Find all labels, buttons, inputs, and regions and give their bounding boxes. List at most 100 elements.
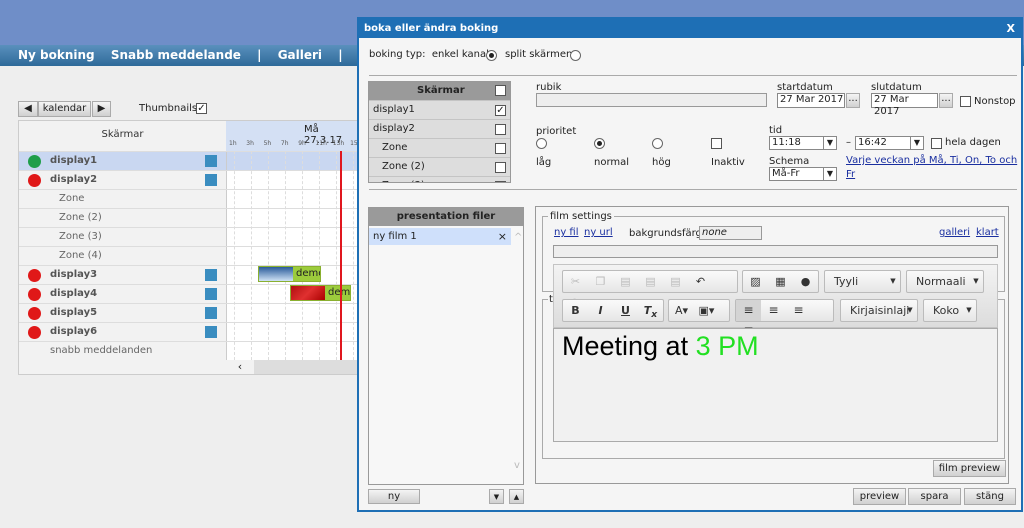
single-channel-radio[interactable] — [486, 50, 497, 61]
new-url-link[interactable]: ny url — [584, 227, 613, 238]
booking-block[interactable]: demo — [258, 266, 321, 282]
priority-normal-radio[interactable] — [594, 138, 605, 149]
align-right-icon[interactable]: ≡ — [786, 300, 811, 321]
end-time-select[interactable]: 16:42 ▼ — [855, 136, 924, 150]
close-button[interactable]: stäng — [964, 488, 1016, 505]
italic-icon[interactable]: I — [588, 300, 613, 321]
background-color-icon[interactable]: ▣▾ — [694, 300, 719, 321]
grid-row[interactable]: snabb meddelanden — [19, 341, 358, 360]
copy-icon[interactable]: ❐ — [588, 271, 613, 292]
underline-icon[interactable]: U — [613, 300, 638, 321]
grid-row[interactable]: display6 — [19, 322, 358, 341]
grid-row[interactable]: Zone (4) — [19, 246, 358, 265]
rubik-input[interactable] — [536, 93, 767, 107]
priority-high-radio[interactable] — [652, 138, 663, 149]
calendar-button[interactable]: kalendar — [38, 101, 91, 117]
start-date-picker-button[interactable]: ... — [846, 93, 860, 108]
nav-ny-bokning[interactable]: Ny bokning — [18, 48, 95, 62]
new-file-button[interactable]: ny — [368, 489, 420, 504]
undo-icon[interactable]: ↶ — [688, 271, 713, 292]
inactive-checkbox[interactable] — [711, 138, 722, 149]
move-down-button[interactable]: ▼ — [489, 489, 504, 504]
grid-row[interactable]: display2 — [19, 170, 358, 189]
prev-day-button[interactable]: ◀ — [18, 101, 38, 117]
thumbnail-icon[interactable] — [205, 269, 217, 281]
next-day-button[interactable]: ▶ — [92, 101, 111, 117]
chevron-left-icon[interactable]: ‹ — [226, 360, 254, 374]
timeline-cell[interactable] — [226, 247, 358, 265]
font-dropdown[interactable]: Kirjaisinlaji ▼ — [840, 299, 918, 322]
align-center-icon[interactable]: ≡ — [761, 300, 786, 321]
cut-icon[interactable]: ✂ — [563, 271, 588, 292]
screen-checkbox[interactable]: ✓ — [495, 105, 506, 116]
new-file-link[interactable]: ny fil — [554, 227, 579, 238]
timeline-cell[interactable] — [226, 228, 358, 246]
screen-item[interactable]: display1 ✓ — [369, 100, 510, 119]
remove-icon[interactable]: × — [498, 228, 507, 245]
paste-icon[interactable]: ▤ — [613, 271, 638, 292]
grid-row[interactable]: display5 — [19, 303, 358, 322]
flash-icon[interactable]: ● — [793, 271, 818, 292]
screen-checkbox[interactable] — [495, 143, 506, 154]
thumbnails-checkbox[interactable]: ✓ — [196, 103, 207, 114]
select-all-checkbox[interactable] — [495, 85, 506, 96]
gallery-link[interactable]: galleri — [939, 227, 970, 238]
screen-item[interactable]: Zone (2) — [369, 157, 510, 176]
start-time-select[interactable]: 11:18 ▼ — [769, 136, 837, 150]
split-screen-radio[interactable] — [570, 50, 581, 61]
start-date-input[interactable]: 27 Mar 2017 — [777, 93, 845, 108]
timeline-cell[interactable] — [226, 171, 358, 189]
thumbnail-icon[interactable] — [205, 307, 217, 319]
timeline-cell[interactable] — [226, 209, 358, 227]
image-icon[interactable]: ▨ — [743, 271, 768, 292]
remove-format-icon[interactable]: Tx — [638, 300, 663, 325]
schema-link[interactable]: Varje veckan på Må, Ti, On, To och Fr — [846, 154, 1021, 182]
align-left-icon[interactable]: ≡ — [736, 300, 761, 321]
timeline-cell[interactable] — [226, 342, 358, 360]
priority-low-radio[interactable] — [536, 138, 547, 149]
file-url-input[interactable] — [553, 245, 998, 258]
timeline-cell[interactable] — [226, 190, 358, 208]
grid-row[interactable]: display1 — [19, 151, 358, 170]
grid-row[interactable]: Zone (3) — [19, 227, 358, 246]
background-color-input[interactable]: none — [699, 226, 762, 240]
screen-checkbox[interactable] — [495, 162, 506, 173]
screen-checkbox[interactable] — [495, 124, 506, 135]
done-link[interactable]: klart — [976, 227, 999, 238]
timeline-cell[interactable] — [226, 304, 358, 322]
preview-button[interactable]: preview — [853, 488, 906, 505]
thumbnail-icon[interactable] — [205, 288, 217, 300]
file-item[interactable]: ny film 1 × — [369, 228, 511, 245]
end-date-input[interactable]: 27 Mar 2017 — [871, 93, 938, 117]
grid-row[interactable]: Zone — [19, 189, 358, 208]
bold-icon[interactable]: B — [563, 300, 588, 321]
text-color-icon[interactable]: A▾ — [669, 300, 694, 321]
table-icon[interactable]: ▦ — [768, 271, 793, 292]
end-date-picker-button[interactable]: ... — [939, 93, 953, 108]
save-button[interactable]: spara — [908, 488, 961, 505]
size-dropdown[interactable]: Koko ▼ — [923, 299, 977, 322]
style-dropdown[interactable]: Tyyli ▼ — [824, 270, 901, 293]
screen-item[interactable]: display2 — [369, 119, 510, 138]
thumbnail-icon[interactable] — [205, 326, 217, 338]
timeline-cell[interactable] — [226, 152, 358, 170]
move-up-button[interactable]: ▲ — [509, 489, 524, 504]
paste-word-icon[interactable]: ▤ — [663, 271, 688, 292]
format-dropdown[interactable]: Normaali ▼ — [906, 270, 984, 293]
screen-item[interactable]: Zone (3) — [369, 176, 510, 182]
screen-checkbox[interactable] — [495, 181, 506, 182]
horizontal-scrollbar[interactable]: ‹ — [226, 360, 358, 374]
screen-item[interactable]: Zone — [369, 138, 510, 157]
all-day-checkbox[interactable] — [931, 138, 942, 149]
grid-row[interactable]: Zone (2) — [19, 208, 358, 227]
editor-content[interactable]: Meeting at 3 PM — [553, 328, 998, 442]
timeline-cell[interactable] — [226, 323, 358, 341]
schema-select[interactable]: Må-Fr ▼ — [769, 167, 837, 181]
nonstop-checkbox[interactable] — [960, 96, 971, 107]
film-preview-button[interactable]: film preview — [933, 460, 1006, 477]
chevron-down-icon[interactable]: v — [514, 460, 520, 471]
nav-galleri[interactable]: Galleri — [278, 48, 322, 62]
chevron-up-icon[interactable]: ^ — [514, 232, 522, 243]
close-icon[interactable]: X — [1007, 19, 1015, 38]
thumbnail-icon[interactable] — [205, 174, 217, 186]
